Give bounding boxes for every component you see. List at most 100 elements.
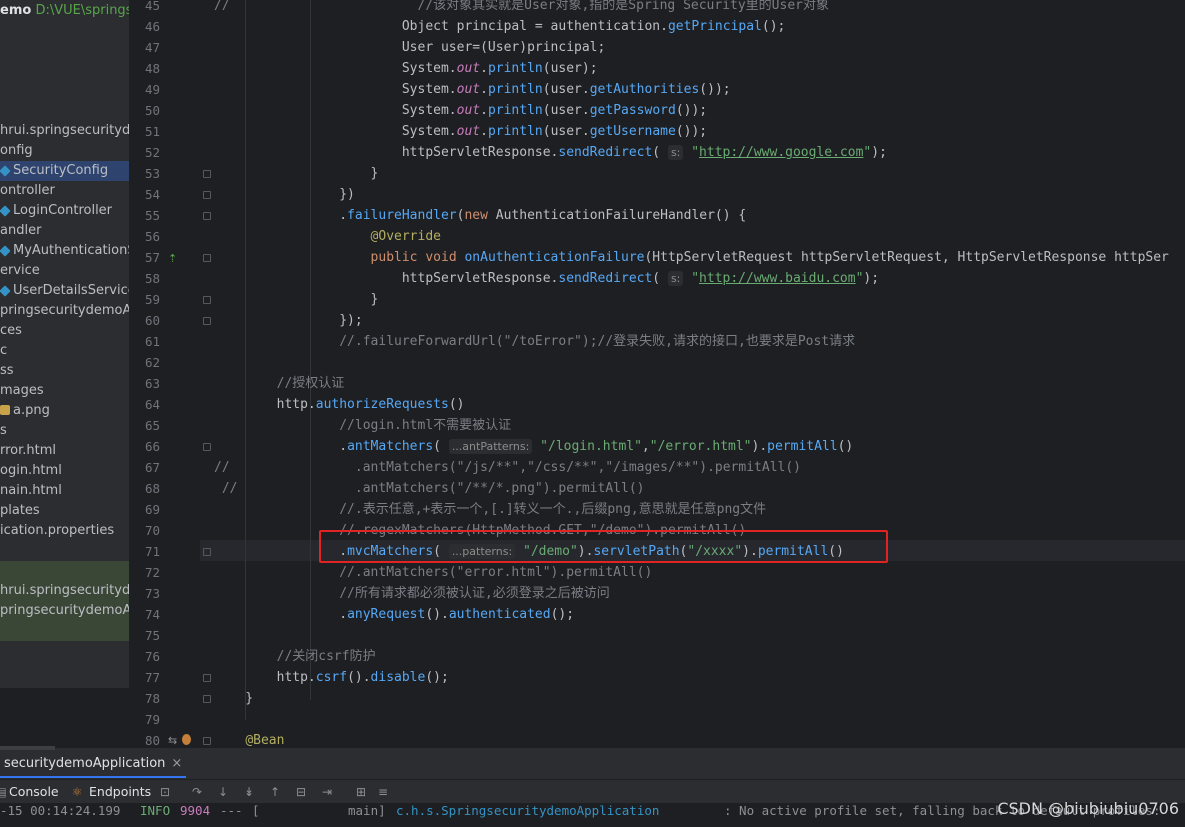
tree-item[interactable]: pringsecuritydemoApp — [0, 601, 129, 621]
fold-icon[interactable] — [203, 191, 211, 199]
tree-item[interactable]: hrui.springsecuritydem — [0, 581, 129, 601]
line-number[interactable]: 71 — [140, 541, 160, 562]
code-line[interactable]: // .antMatchers("/**/*.png").permitAll() — [214, 478, 645, 499]
line-number[interactable]: 54 — [140, 184, 160, 205]
fold-icon[interactable] — [203, 695, 211, 703]
code-line[interactable]: @Bean — [214, 730, 284, 748]
line-number[interactable]: 68 — [140, 478, 160, 499]
fold-icon[interactable] — [203, 254, 211, 262]
code-line[interactable]: @Override — [214, 226, 441, 247]
tree-item[interactable]: pringsecuritydemoApp — [0, 301, 129, 321]
line-number[interactable]: 70 — [140, 520, 160, 541]
fold-icon[interactable] — [203, 317, 211, 325]
line-number[interactable]: 64 — [140, 394, 160, 415]
layout-icon[interactable]: ≡ — [376, 785, 390, 799]
tree-item[interactable]: ication.properties — [0, 521, 114, 541]
tree-item[interactable]: ogin.html — [0, 461, 62, 481]
line-number[interactable]: 55 — [140, 205, 160, 226]
line-number[interactable]: 79 — [140, 709, 160, 730]
fold-icon[interactable] — [203, 296, 211, 304]
code-line[interactable]: System.out.println(user); — [214, 58, 598, 79]
close-icon[interactable]: × — [171, 756, 182, 771]
line-number[interactable]: 57 — [140, 247, 160, 268]
code-line[interactable]: httpServletResponse.sendRedirect( s: "ht… — [214, 142, 887, 163]
tree-item[interactable]: a.png — [0, 401, 50, 421]
code-line[interactable]: // .antMatchers("/js/**","/css/**","/ima… — [214, 457, 801, 478]
line-number[interactable]: 72 — [140, 562, 160, 583]
tree-item[interactable]: ervice — [0, 261, 40, 281]
override-gutter-icon[interactable]: ⇡ — [168, 252, 177, 265]
step-over-icon[interactable]: ↷ — [190, 785, 204, 799]
tree-item[interactable]: mages — [0, 381, 44, 401]
line-number[interactable]: 60 — [140, 310, 160, 331]
line-number[interactable]: 76 — [140, 646, 160, 667]
console-tab[interactable]: Console — [9, 780, 59, 804]
code-line[interactable]: //关闭csrf防护 — [214, 646, 376, 667]
code-line[interactable]: }) — [214, 184, 355, 205]
code-line[interactable]: // //该对象其实就是User对象,指的是Spring Security里的U… — [214, 0, 829, 16]
line-number[interactable]: 59 — [140, 289, 160, 310]
line-number[interactable]: 50 — [140, 100, 160, 121]
tree-item[interactable]: MyAuthenticationSuc — [0, 241, 129, 261]
line-number[interactable]: 56 — [140, 226, 160, 247]
code-line[interactable]: } — [214, 688, 253, 709]
line-number[interactable]: 77 — [140, 667, 160, 688]
line-number[interactable]: 53 — [140, 163, 160, 184]
tree-item[interactable]: andler — [0, 221, 41, 241]
code-line[interactable]: http.csrf().disable(); — [214, 667, 449, 688]
spring-bean-icon[interactable] — [182, 734, 191, 745]
line-number[interactable]: 51 — [140, 121, 160, 142]
tree-item[interactable]: UserDetailsServiceIn — [0, 281, 129, 301]
tree-item[interactable]: LoginController — [0, 201, 112, 221]
code-line[interactable]: //.antMatchers("error.html").permitAll() — [214, 562, 652, 583]
clear-icon[interactable]: ⊡ — [158, 785, 172, 799]
run-to-cursor-icon[interactable]: ⇥ — [320, 785, 334, 799]
endpoints-tab[interactable]: Endpoints — [89, 780, 151, 804]
tree-item[interactable]: nain.html — [0, 481, 62, 501]
line-number[interactable]: 52 — [140, 142, 160, 163]
line-number[interactable]: 46 — [140, 16, 160, 37]
code-line[interactable]: public void onAuthenticationFailure(Http… — [214, 247, 1169, 268]
tree-item[interactable]: SecurityConfig — [0, 161, 129, 181]
line-number[interactable]: 63 — [140, 373, 160, 394]
code-line[interactable]: Object principal = authentication.getPri… — [214, 16, 786, 37]
tree-item[interactable]: ss — [0, 361, 14, 381]
code-line[interactable]: http.authorizeRequests() — [214, 394, 465, 415]
line-number[interactable]: 45 — [140, 0, 160, 16]
code-line[interactable]: System.out.println(user.getAuthorities()… — [214, 79, 731, 100]
line-number[interactable]: 78 — [140, 688, 160, 709]
run-tab-app[interactable]: securitydemoApplication × — [0, 752, 187, 778]
line-number[interactable]: 74 — [140, 604, 160, 625]
line-number[interactable]: 75 — [140, 625, 160, 646]
fold-icon[interactable] — [203, 674, 211, 682]
tree-item[interactable]: ontroller — [0, 181, 55, 201]
line-number[interactable]: 49 — [140, 79, 160, 100]
code-line[interactable]: //授权认证 — [214, 373, 345, 394]
fold-icon[interactable] — [203, 548, 211, 556]
code-line[interactable]: }); — [214, 310, 363, 331]
tree-item[interactable]: s — [0, 421, 7, 441]
fold-icon[interactable] — [203, 170, 211, 178]
fold-icon[interactable] — [203, 443, 211, 451]
tree-item[interactable]: onfig — [0, 141, 33, 161]
line-number[interactable]: 61 — [140, 331, 160, 352]
code-line[interactable]: } — [214, 163, 379, 184]
line-number[interactable]: 66 — [140, 436, 160, 457]
force-step-into-icon[interactable]: ↡ — [242, 785, 256, 799]
code-line[interactable]: } — [214, 289, 379, 310]
tree-item[interactable]: plates — [0, 501, 40, 521]
code-line[interactable]: //login.html不需要被认证 — [214, 415, 511, 436]
code-line[interactable]: //.表示任意,+表示一个,[.]转义一个.,后缀png,意思就是任意png文件 — [214, 499, 766, 520]
code-line[interactable]: .failureHandler(new AuthenticationFailur… — [214, 205, 746, 226]
evaluate-icon[interactable]: ⊞ — [354, 785, 368, 799]
line-number[interactable]: 62 — [140, 352, 160, 373]
code-line[interactable]: System.out.println(user.getUsername()); — [214, 121, 707, 142]
step-out-icon[interactable]: ↑ — [268, 785, 282, 799]
drop-frame-icon[interactable]: ⊟ — [294, 785, 308, 799]
line-number[interactable]: 67 — [140, 457, 160, 478]
line-number[interactable]: 65 — [140, 415, 160, 436]
code-editor[interactable]: 45 // //该对象其实就是User对象,指的是Spring Security里… — [140, 0, 1185, 748]
bean-gutter-icon[interactable]: ⇆ — [168, 734, 177, 747]
line-number[interactable]: 73 — [140, 583, 160, 604]
code-line[interactable]: httpServletResponse.sendRedirect( s: "ht… — [214, 268, 879, 289]
